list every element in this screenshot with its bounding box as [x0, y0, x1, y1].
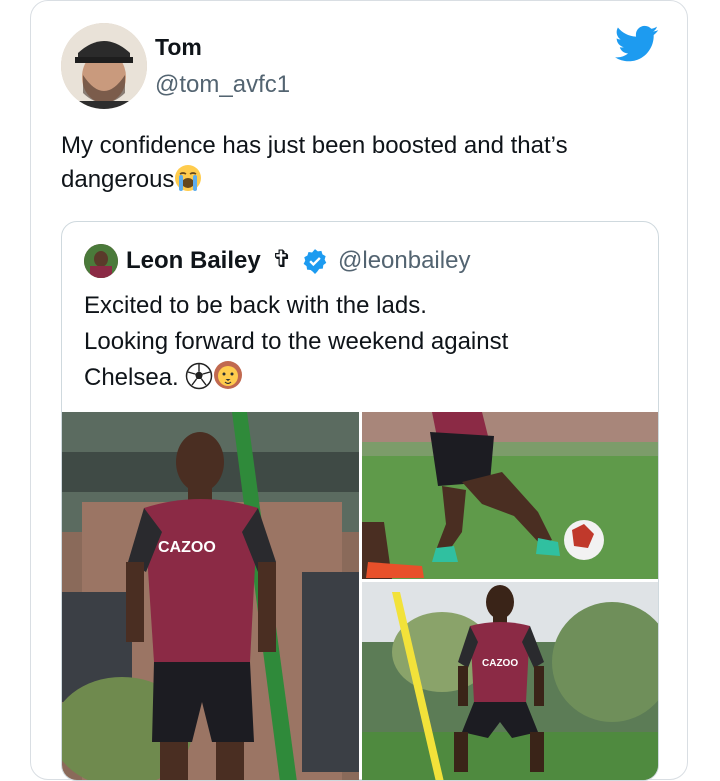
latin-cross-symbol: ✞ — [272, 245, 293, 273]
quoted-author-avatar[interactable] — [84, 244, 118, 278]
tweet-text: My confidence has just been boosted and … — [61, 129, 661, 202]
soccer-ball-icon — [185, 362, 213, 401]
loudly-crying-face-icon — [174, 164, 202, 202]
author-name[interactable]: Tom — [155, 34, 202, 61]
ball-dribble-photo[interactable] — [362, 412, 658, 579]
quoted-tweet-text: Excited to be back with the lads. Lookin… — [84, 288, 644, 401]
twitter-bird-icon[interactable] — [615, 25, 659, 63]
tweet-text-line1: My confidence has just been boosted and … — [61, 132, 568, 159]
author-handle[interactable]: @tom_avfc1 — [155, 71, 290, 99]
quoted-author-handle[interactable]: @leonbailey — [338, 247, 470, 275]
quoted-text-line3: Chelsea. — [84, 364, 179, 391]
author-avatar[interactable] — [61, 23, 147, 109]
shirt-sponsor-text-2: CAZOO — [482, 658, 518, 669]
player-training-photo-2[interactable]: CAZOO — [362, 582, 658, 780]
tweet-card[interactable]: Tom @tom_avfc1 My confidence has just be… — [30, 0, 688, 781]
player-training-photo-1[interactable]: CAZOO — [62, 412, 359, 780]
lion-face-icon — [213, 360, 243, 401]
tweet-text-line2: dangerous — [61, 166, 175, 193]
quoted-author-name[interactable]: Leon Bailey — [126, 247, 261, 275]
shirt-sponsor-text-1: CAZOO — [158, 539, 216, 556]
verified-badge-icon — [302, 248, 328, 274]
quoted-text-line1: Excited to be back with the lads. — [84, 292, 427, 319]
quoted-text-line2: Looking forward to the weekend against — [84, 328, 509, 355]
quoted-tweet[interactable]: Leon Bailey ✞ @leonbailey Excited to be … — [61, 221, 659, 781]
